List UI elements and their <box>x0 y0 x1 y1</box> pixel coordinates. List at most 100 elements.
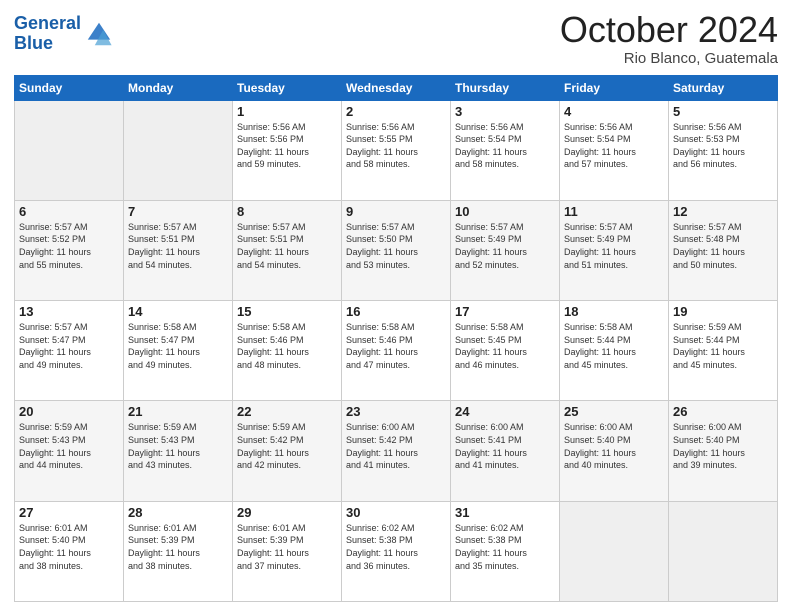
cell-info: Sunrise: 6:00 AMSunset: 5:40 PMDaylight:… <box>564 421 664 471</box>
calendar-cell: 4Sunrise: 5:56 AMSunset: 5:54 PMDaylight… <box>560 100 669 200</box>
cell-info: Sunrise: 5:57 AMSunset: 5:48 PMDaylight:… <box>673 221 773 271</box>
week-row-2: 6Sunrise: 5:57 AMSunset: 5:52 PMDaylight… <box>15 200 778 300</box>
calendar-cell <box>124 100 233 200</box>
calendar-cell: 10 Sunrise: 5:57 AMSunset: 5:49 PMDayligh… <box>451 200 560 300</box>
calendar-cell: 6Sunrise: 5:57 AMSunset: 5:52 PMDaylight… <box>15 200 124 300</box>
day-number: 16 <box>346 304 446 319</box>
calendar-cell: 5 Sunrise: 5:56 AMSunset: 5:53 PMDaylight… <box>669 100 778 200</box>
calendar-cell: 19 Sunrise: 5:59 AMSunset: 5:44 PMDayligh… <box>669 301 778 401</box>
logo-icon <box>85 20 113 48</box>
cell-info: Sunrise: 6:02 AMSunset: 5:38 PMDaylight:… <box>346 522 446 572</box>
cell-info: Sunrise: 5:58 AMSunset: 5:44 PMDaylight:… <box>564 321 664 371</box>
cell-info: Sunrise: 5:57 AMSunset: 5:49 PMDaylight:… <box>564 221 664 271</box>
calendar-cell <box>560 501 669 601</box>
cell-info: Sunrise: 5:56 AMSunset: 5:53 PMDaylight:… <box>673 121 773 171</box>
cell-info: Sunrise: 5:57 AMSunset: 5:47 PMDaylight:… <box>19 321 119 371</box>
cell-info: Sunrise: 5:56 AMSunset: 5:54 PMDaylight:… <box>564 121 664 171</box>
day-number: 27 <box>19 505 119 520</box>
week-row-1: 1Sunrise: 5:56 AMSunset: 5:56 PMDaylight… <box>15 100 778 200</box>
cell-info: Sunrise: 5:56 AMSunset: 5:54 PMDaylight:… <box>455 121 555 171</box>
calendar-cell: 22 Sunrise: 5:59 AMSunset: 5:42 PMDayligh… <box>233 401 342 501</box>
calendar-cell <box>15 100 124 200</box>
calendar-cell: 20Sunrise: 5:59 AMSunset: 5:43 PMDayligh… <box>15 401 124 501</box>
weekday-wednesday: Wednesday <box>342 75 451 100</box>
day-number: 25 <box>564 404 664 419</box>
calendar-cell: 1Sunrise: 5:56 AMSunset: 5:56 PMDaylight… <box>233 100 342 200</box>
day-number: 23 <box>346 404 446 419</box>
header: GeneralBlue October 2024 Rio Blanco, Gua… <box>14 10 778 67</box>
calendar-cell: 24 Sunrise: 6:00 AMSunset: 5:41 PMDayligh… <box>451 401 560 501</box>
calendar-cell: 27Sunrise: 6:01 AMSunset: 5:40 PMDayligh… <box>15 501 124 601</box>
cell-info: Sunrise: 5:56 AMSunset: 5:56 PMDaylight:… <box>237 121 337 171</box>
day-number: 21 <box>128 404 228 419</box>
calendar-cell <box>669 501 778 601</box>
day-number: 28 <box>128 505 228 520</box>
day-number: 3 <box>455 104 555 119</box>
calendar-cell: 18 Sunrise: 5:58 AMSunset: 5:44 PMDayligh… <box>560 301 669 401</box>
calendar-cell: 29Sunrise: 6:01 AMSunset: 5:39 PMDayligh… <box>233 501 342 601</box>
cell-info: Sunrise: 5:58 AMSunset: 5:47 PMDaylight:… <box>128 321 228 371</box>
day-number: 29 <box>237 505 337 520</box>
title-block: October 2024 Rio Blanco, Guatemala <box>560 10 778 67</box>
weekday-thursday: Thursday <box>451 75 560 100</box>
page: GeneralBlue October 2024 Rio Blanco, Gua… <box>0 0 792 612</box>
day-number: 6 <box>19 204 119 219</box>
cell-info: Sunrise: 5:59 AMSunset: 5:44 PMDaylight:… <box>673 321 773 371</box>
week-row-3: 13 Sunrise: 5:57 AMSunset: 5:47 PMDayligh… <box>15 301 778 401</box>
location: Rio Blanco, Guatemala <box>560 50 778 67</box>
day-number: 8 <box>237 204 337 219</box>
cell-info: Sunrise: 5:57 AMSunset: 5:50 PMDaylight:… <box>346 221 446 271</box>
cell-info: Sunrise: 5:59 AMSunset: 5:42 PMDaylight:… <box>237 421 337 471</box>
cell-info: Sunrise: 5:57 AMSunset: 5:51 PMDaylight:… <box>128 221 228 271</box>
day-number: 15 <box>237 304 337 319</box>
calendar-cell: 2Sunrise: 5:56 AMSunset: 5:55 PMDaylight… <box>342 100 451 200</box>
calendar-cell: 13 Sunrise: 5:57 AMSunset: 5:47 PMDayligh… <box>15 301 124 401</box>
day-number: 30 <box>346 505 446 520</box>
cell-info: Sunrise: 6:00 AMSunset: 5:40 PMDaylight:… <box>673 421 773 471</box>
day-number: 13 <box>19 304 119 319</box>
calendar-cell: 8 Sunrise: 5:57 AMSunset: 5:51 PMDaylight… <box>233 200 342 300</box>
day-number: 7 <box>128 204 228 219</box>
day-number: 26 <box>673 404 773 419</box>
cell-info: Sunrise: 5:58 AMSunset: 5:46 PMDaylight:… <box>346 321 446 371</box>
calendar-cell: 21 Sunrise: 5:59 AMSunset: 5:43 PMDayligh… <box>124 401 233 501</box>
weekday-header-row: SundayMondayTuesdayWednesdayThursdayFrid… <box>15 75 778 100</box>
cell-info: Sunrise: 5:59 AMSunset: 5:43 PMDaylight:… <box>19 421 119 471</box>
logo: GeneralBlue <box>14 14 113 54</box>
cell-info: Sunrise: 6:02 AMSunset: 5:38 PMDaylight:… <box>455 522 555 572</box>
day-number: 22 <box>237 404 337 419</box>
calendar-cell: 16 Sunrise: 5:58 AMSunset: 5:46 PMDayligh… <box>342 301 451 401</box>
day-number: 14 <box>128 304 228 319</box>
cell-info: Sunrise: 5:58 AMSunset: 5:46 PMDaylight:… <box>237 321 337 371</box>
calendar-cell: 17 Sunrise: 5:58 AMSunset: 5:45 PMDayligh… <box>451 301 560 401</box>
calendar-cell: 12 Sunrise: 5:57 AMSunset: 5:48 PMDayligh… <box>669 200 778 300</box>
day-number: 5 <box>673 104 773 119</box>
weekday-friday: Friday <box>560 75 669 100</box>
week-row-5: 27Sunrise: 6:01 AMSunset: 5:40 PMDayligh… <box>15 501 778 601</box>
cell-info: Sunrise: 6:01 AMSunset: 5:39 PMDaylight:… <box>128 522 228 572</box>
cell-info: Sunrise: 5:58 AMSunset: 5:45 PMDaylight:… <box>455 321 555 371</box>
calendar-cell: 31Sunrise: 6:02 AMSunset: 5:38 PMDayligh… <box>451 501 560 601</box>
day-number: 12 <box>673 204 773 219</box>
cell-info: Sunrise: 5:57 AMSunset: 5:49 PMDaylight:… <box>455 221 555 271</box>
cell-info: Sunrise: 5:57 AMSunset: 5:51 PMDaylight:… <box>237 221 337 271</box>
calendar-cell: 26 Sunrise: 6:00 AMSunset: 5:40 PMDayligh… <box>669 401 778 501</box>
weekday-tuesday: Tuesday <box>233 75 342 100</box>
cell-info: Sunrise: 6:00 AMSunset: 5:41 PMDaylight:… <box>455 421 555 471</box>
day-number: 24 <box>455 404 555 419</box>
day-number: 19 <box>673 304 773 319</box>
day-number: 10 <box>455 204 555 219</box>
calendar-cell: 11Sunrise: 5:57 AMSunset: 5:49 PMDayligh… <box>560 200 669 300</box>
cell-info: Sunrise: 6:00 AMSunset: 5:42 PMDaylight:… <box>346 421 446 471</box>
cell-info: Sunrise: 5:56 AMSunset: 5:55 PMDaylight:… <box>346 121 446 171</box>
calendar-cell: 7 Sunrise: 5:57 AMSunset: 5:51 PMDaylight… <box>124 200 233 300</box>
calendar-cell: 9 Sunrise: 5:57 AMSunset: 5:50 PMDaylight… <box>342 200 451 300</box>
day-number: 9 <box>346 204 446 219</box>
cell-info: Sunrise: 5:59 AMSunset: 5:43 PMDaylight:… <box>128 421 228 471</box>
calendar-cell: 3 Sunrise: 5:56 AMSunset: 5:54 PMDaylight… <box>451 100 560 200</box>
calendar-table: SundayMondayTuesdayWednesdayThursdayFrid… <box>14 75 778 602</box>
day-number: 18 <box>564 304 664 319</box>
weekday-sunday: Sunday <box>15 75 124 100</box>
month-title: October 2024 <box>560 10 778 50</box>
day-number: 17 <box>455 304 555 319</box>
